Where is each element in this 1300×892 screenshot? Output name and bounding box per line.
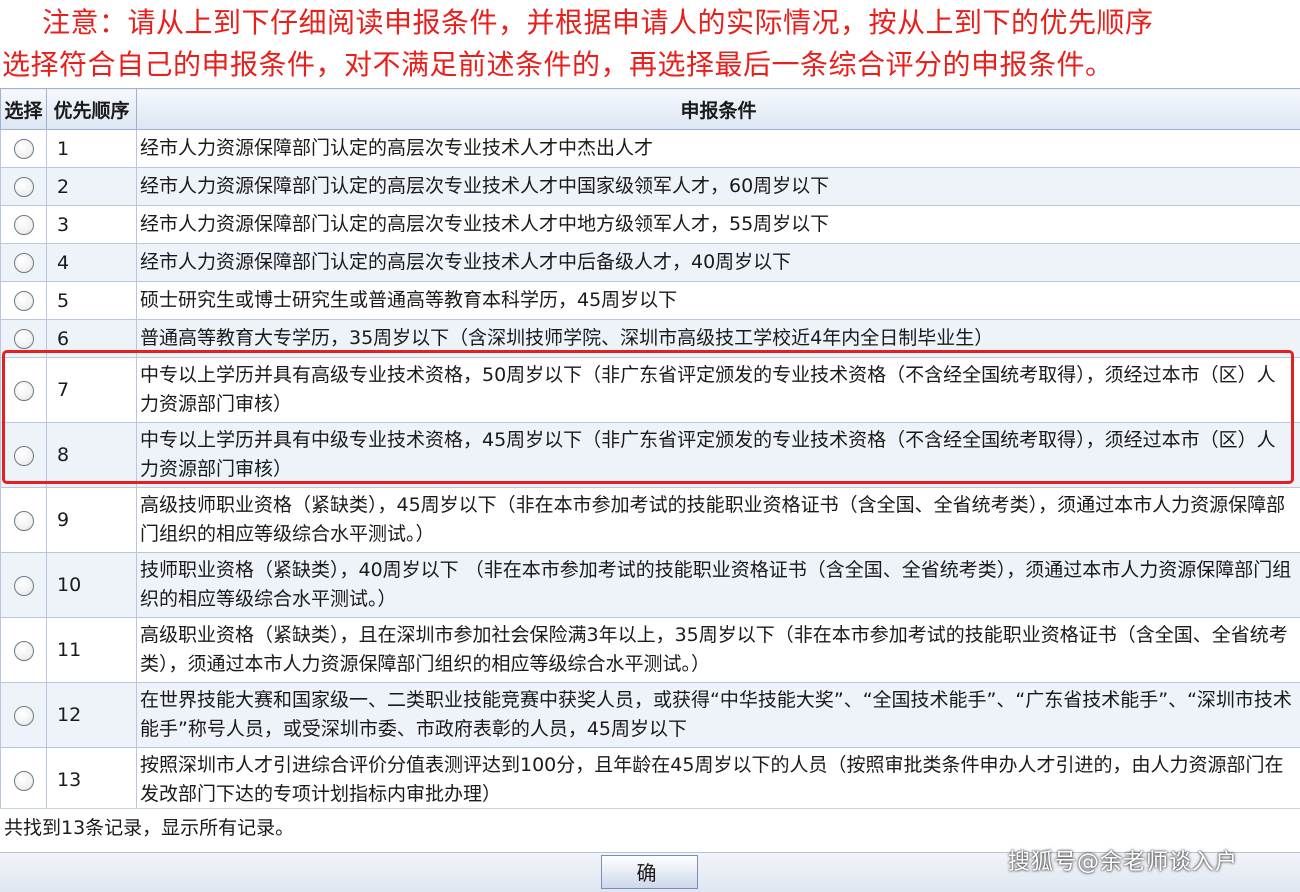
- order-cell: 1: [46, 129, 137, 168]
- condition-cell: 经市人力资源保障部门认定的高层次专业技术人才中杰出人才: [136, 129, 1300, 168]
- select-cell: [0, 552, 47, 618]
- select-cell: [0, 129, 47, 168]
- confirm-button[interactable]: 确 定: [601, 855, 698, 892]
- radio-button[interactable]: [13, 380, 34, 401]
- header-condition: 申报条件: [136, 88, 1300, 130]
- select-cell: [0, 205, 47, 244]
- select-cell: [0, 487, 47, 553]
- order-cell: 9: [46, 487, 137, 553]
- notice-line-1: 注意：请从上到下仔细阅读申报条件，并根据申请人的实际情况，按从上到下的优先顺序: [42, 6, 1154, 39]
- table-row[interactable]: 7 中专以上学历并具有高级专业技术资格，50周岁以下（非广东省评定颁发的专业技术…: [0, 357, 1300, 423]
- select-cell: [0, 682, 47, 748]
- radio-button[interactable]: [13, 139, 34, 159]
- table-row[interactable]: 3 经市人力资源保障部门认定的高层次专业技术人才中地方级领军人才，55周岁以下: [0, 205, 1300, 244]
- order-cell: 3: [46, 205, 137, 244]
- select-cell: [0, 422, 47, 488]
- condition-cell: 经市人力资源保障部门认定的高层次专业技术人才中后备级人才，40周岁以下: [136, 243, 1300, 282]
- header-select: 选择: [0, 88, 47, 130]
- header-order: 优先顺序: [46, 88, 137, 130]
- record-summary-text: 共找到13条记录，显示所有记录。: [4, 817, 295, 839]
- order-cell: 8: [46, 422, 137, 488]
- table-row[interactable]: 6 普通高等教育大专学历，35周岁以下（含深圳技师学院、深圳市高级技工学校近4年…: [0, 319, 1300, 358]
- order-cell: 6: [46, 319, 137, 358]
- record-summary-bar: 共找到13条记录，显示所有记录。: [0, 808, 1300, 848]
- table-row[interactable]: 10 技师职业资格（紧缺类），40周岁以下 （非在本市参加考试的技能职业资格证书…: [0, 552, 1300, 618]
- table-row[interactable]: 9 高级技师职业资格（紧缺类），45周岁以下（非在本市参加考试的技能职业资格证书…: [0, 487, 1300, 553]
- radio-button[interactable]: [13, 770, 34, 791]
- condition-table: 选择 优先顺序 申报条件 1 经市人力资源保障部门认定的高层次专业技术人才中杰出…: [0, 88, 1300, 813]
- condition-cell: 经市人力资源保障部门认定的高层次专业技术人才中国家级领军人才，60周岁以下: [136, 167, 1300, 206]
- table-row[interactable]: 5 硕士研究生或博士研究生或普通高等教育本科学历，45周岁以下: [0, 281, 1300, 320]
- watermark-text: 搜狐号@余老师谈入户: [1008, 850, 1239, 875]
- notice-banner: 注意：请从上到下仔细阅读申报条件，并根据申请人的实际情况，按从上到下的优先顺序 …: [0, 0, 1300, 88]
- table-row[interactable]: 11 高级职业资格（紧缺类），且在深圳市参加社会保险满3年以上，35周岁以下（非…: [0, 617, 1300, 683]
- radio-button[interactable]: [13, 291, 34, 311]
- radio-button[interactable]: [13, 215, 34, 235]
- table-row[interactable]: 4 经市人力资源保障部门认定的高层次专业技术人才中后备级人才，40周岁以下: [0, 243, 1300, 282]
- select-cell: [0, 243, 47, 282]
- select-cell: [0, 319, 47, 358]
- order-cell: 2: [46, 167, 137, 206]
- radio-button[interactable]: [13, 510, 34, 531]
- select-cell: [0, 747, 47, 813]
- condition-cell: 高级职业资格（紧缺类），且在深圳市参加社会保险满3年以上，35周岁以下（非在本市…: [136, 617, 1300, 683]
- table-row[interactable]: 12 在世界技能大赛和国家级一、二类职业技能竞赛中获奖人员，或获得“中华技能大奖…: [0, 682, 1300, 748]
- condition-cell: 中专以上学历并具有高级专业技术资格，50周岁以下（非广东省评定颁发的专业技术资格…: [136, 357, 1300, 423]
- condition-cell: 中专以上学历并具有中级专业技术资格，45周岁以下（非广东省评定颁发的专业技术资格…: [136, 422, 1300, 488]
- table-row[interactable]: 8 中专以上学历并具有中级专业技术资格，45周岁以下（非广东省评定颁发的专业技术…: [0, 422, 1300, 488]
- radio-button[interactable]: [13, 445, 34, 466]
- order-cell: 10: [46, 552, 137, 618]
- page: 注意：请从上到下仔细阅读申报条件，并根据申请人的实际情况，按从上到下的优先顺序 …: [0, 0, 1300, 892]
- condition-cell: 硕士研究生或博士研究生或普通高等教育本科学历，45周岁以下: [136, 281, 1300, 320]
- select-cell: [0, 281, 47, 320]
- condition-cell: 高级技师职业资格（紧缺类），45周岁以下（非在本市参加考试的技能职业资格证书（含…: [136, 487, 1300, 553]
- select-cell: [0, 357, 47, 423]
- radio-button[interactable]: [13, 640, 34, 661]
- radio-button[interactable]: [13, 575, 34, 596]
- select-cell: [0, 617, 47, 683]
- order-cell: 4: [46, 243, 137, 282]
- table-row[interactable]: 2 经市人力资源保障部门认定的高层次专业技术人才中国家级领军人才，60周岁以下: [0, 167, 1300, 206]
- radio-button[interactable]: [13, 177, 34, 197]
- table-header-row: 选择 优先顺序 申报条件: [0, 88, 1300, 130]
- radio-button[interactable]: [13, 705, 34, 726]
- order-cell: 13: [46, 747, 137, 813]
- order-cell: 11: [46, 617, 137, 683]
- select-cell: [0, 167, 47, 206]
- condition-cell: 按照深圳市人才引进综合评价分值表测评达到100分，且年龄在45周岁以下的人员（按…: [136, 747, 1300, 813]
- order-cell: 5: [46, 281, 137, 320]
- order-cell: 12: [46, 682, 137, 748]
- condition-cell: 普通高等教育大专学历，35周岁以下（含深圳技师学院、深圳市高级技工学校近4年内全…: [136, 319, 1300, 358]
- condition-cell: 技师职业资格（紧缺类），40周岁以下 （非在本市参加考试的技能职业资格证书（含全…: [136, 552, 1300, 618]
- condition-cell: 经市人力资源保障部门认定的高层次专业技术人才中地方级领军人才，55周岁以下: [136, 205, 1300, 244]
- radio-button[interactable]: [13, 329, 34, 349]
- table-row[interactable]: 1 经市人力资源保障部门认定的高层次专业技术人才中杰出人才: [0, 129, 1300, 168]
- radio-button[interactable]: [13, 253, 34, 273]
- order-cell: 7: [46, 357, 137, 423]
- condition-cell: 在世界技能大赛和国家级一、二类职业技能竞赛中获奖人员，或获得“中华技能大奖”、“…: [136, 682, 1300, 748]
- table-row[interactable]: 13 按照深圳市人才引进综合评价分值表测评达到100分，且年龄在45周岁以下的人…: [0, 747, 1300, 813]
- notice-line-2: 选择符合自己的申报条件，对不满足前述条件的，再选择最后一条综合评分的申报条件。: [2, 48, 1114, 81]
